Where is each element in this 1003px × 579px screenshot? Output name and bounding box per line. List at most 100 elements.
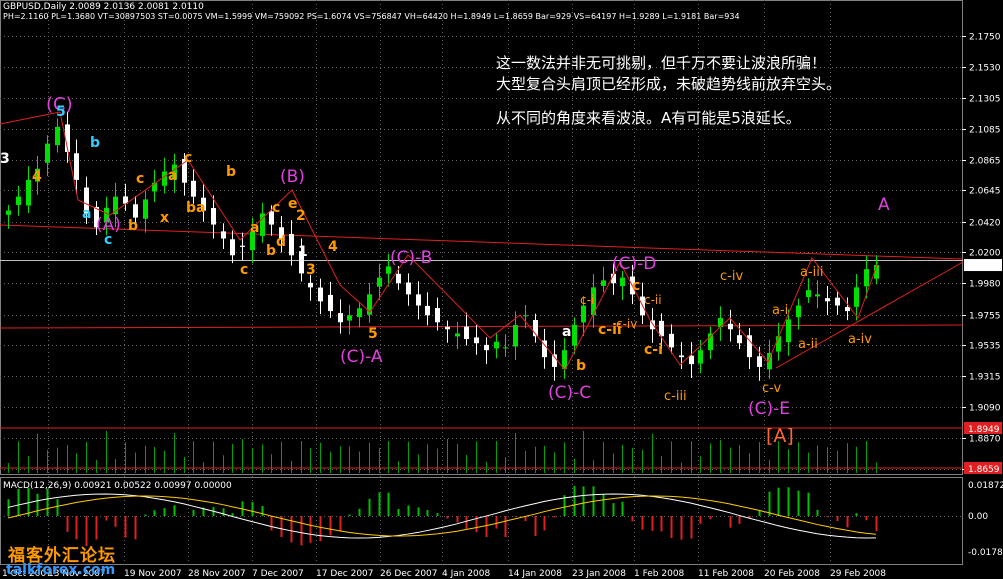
candle-body[interactable] [211, 208, 216, 225]
candle-body[interactable] [221, 231, 226, 239]
wave-mark: 3 [306, 262, 316, 278]
wave-mark: 5 [56, 104, 66, 120]
candle-body[interactable] [308, 282, 313, 288]
candle-body[interactable] [737, 335, 742, 344]
candle-body[interactable] [552, 354, 557, 367]
candle-body[interactable] [318, 287, 323, 302]
x-tick-label: 19 Nov 2007 [124, 569, 182, 579]
candle-body[interactable] [230, 239, 235, 256]
candle-body[interactable] [133, 204, 138, 218]
y-tick-label: 2.1085 [969, 126, 1001, 136]
wave-mark: b [226, 164, 236, 180]
x-tick-label: 26 Dec 2007 [380, 569, 438, 579]
candle-body[interactable] [620, 277, 625, 286]
candle-body[interactable] [679, 355, 684, 358]
candle-body[interactable] [162, 171, 167, 186]
wave-mark: x [160, 210, 169, 226]
candle-body[interactable] [572, 325, 577, 346]
wave-mark: c [240, 262, 248, 278]
y-tick-label: 2.1750 [969, 33, 1001, 43]
candle-body[interactable] [445, 326, 450, 330]
candle-body[interactable] [416, 294, 421, 306]
macd-y-label: -0.01787 [968, 548, 1003, 558]
candle-body[interactable] [357, 308, 362, 318]
candle-body[interactable] [6, 210, 11, 215]
wave-mark: 2 [296, 208, 306, 224]
candle-body[interactable] [16, 196, 21, 205]
y-tick-label: 1.9090 [969, 404, 1001, 414]
candle-body[interactable] [435, 308, 440, 323]
candle-body[interactable] [776, 336, 781, 352]
candle-body[interactable] [503, 347, 508, 349]
candle-body[interactable] [796, 305, 801, 318]
macd-y-label: 0.00 [968, 512, 988, 522]
x-tick-label: 23 Jan 2008 [572, 569, 626, 579]
wave-label: c-i [580, 293, 594, 307]
candle-body[interactable] [601, 280, 606, 286]
candle-body[interactable] [513, 325, 518, 347]
candle-body[interactable] [464, 326, 469, 340]
candle-body[interactable] [143, 199, 148, 219]
candle-body[interactable] [845, 307, 850, 312]
logo-english-text: talkforex.com [6, 562, 116, 578]
candle-body[interactable] [338, 313, 343, 323]
candle-body[interactable] [494, 341, 499, 349]
y-tick-label: 1.9535 [969, 342, 1001, 352]
wave-mark: b [128, 218, 138, 234]
y-tick-label: 1.9755 [969, 312, 1001, 322]
y-tick-label: 1.9980 [969, 280, 1001, 290]
candle-body[interactable] [854, 287, 859, 307]
x-tick-label: 29 Feb 2008 [830, 569, 886, 579]
wave-mark: ba [186, 200, 205, 216]
candle-body[interactable] [864, 269, 869, 287]
candle-body[interactable] [289, 233, 294, 256]
candle-body[interactable] [55, 126, 60, 146]
candle-body[interactable] [523, 315, 528, 317]
candle-body[interactable] [240, 245, 245, 247]
candle-body[interactable] [425, 305, 430, 316]
candle-body[interactable] [406, 282, 411, 295]
y-tick-label: 2.0200 [969, 249, 1001, 259]
candle-body[interactable] [581, 305, 586, 323]
candle-body[interactable] [835, 297, 840, 306]
x-tick-label: 17 Dec 2007 [316, 569, 374, 579]
candle-body[interactable] [815, 294, 820, 297]
x-tick-label: 11 Feb 2008 [698, 569, 754, 579]
y-tick-label: 2.1305 [969, 95, 1001, 105]
wave-label: [A] [766, 425, 794, 447]
wave-mark: b [90, 135, 100, 151]
wave-mark: a [168, 168, 177, 184]
date-axis[interactable]: 1 Oct 200713 Nov 2007 19 Nov 2007 28 Nov 2… [2, 569, 886, 579]
candle-body[interactable] [484, 344, 489, 351]
candle-body[interactable] [806, 290, 811, 298]
note-line-1: 这一数法并非无可挑剔，但千万不要让波浪所骗！ [496, 54, 827, 72]
candle-body[interactable] [474, 337, 479, 344]
wave-label: (C)-A [340, 347, 383, 367]
candle-body[interactable] [825, 298, 830, 302]
candle-body[interactable] [689, 355, 694, 365]
candle-body[interactable] [26, 179, 31, 206]
candle-body[interactable] [669, 333, 674, 348]
candle-body[interactable] [698, 350, 703, 364]
candle-body[interactable] [757, 356, 762, 367]
candle-body[interactable] [191, 180, 196, 197]
note-line-3: 从不同的角度来看波浪。A有可能是5浪延长。 [496, 109, 801, 127]
wave-label: A [878, 195, 890, 215]
y-tick-label: 1.9315 [969, 373, 1001, 383]
candle-body[interactable] [562, 350, 567, 369]
wave-mark: a [250, 220, 259, 236]
wave-mark: a [562, 324, 571, 340]
wave-mark: c-i [644, 342, 663, 358]
candle-body[interactable] [786, 319, 791, 343]
candle-body[interactable] [74, 153, 79, 180]
candle-body[interactable] [328, 294, 333, 312]
candle-body[interactable] [455, 333, 460, 337]
candle-body[interactable] [347, 315, 352, 321]
candle-body[interactable] [45, 143, 50, 163]
candle-body[interactable] [728, 323, 733, 330]
x-tick-label: 20 Feb 2008 [764, 569, 820, 579]
candle-body[interactable] [396, 273, 401, 284]
candle-body[interactable] [377, 277, 382, 287]
symbol-header: GBPUSD,Daily 2.0089 2.0136 2.0081 2.0110 [3, 2, 204, 12]
macd-label: MACD(12,26,9) 0.00921 0.00522 0.00997 0.… [3, 481, 232, 491]
